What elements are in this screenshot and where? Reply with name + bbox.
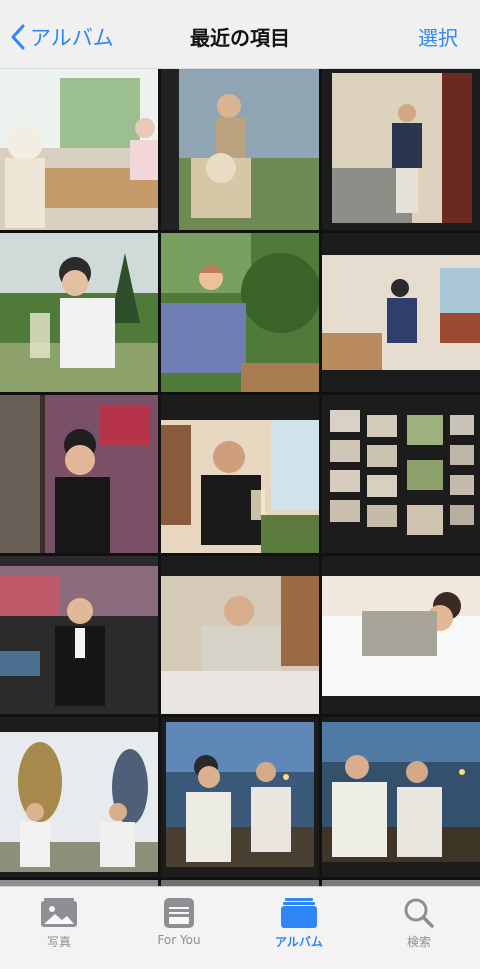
tab-photos[interactable]: 写真 [4, 895, 114, 950]
photo-thumbnail[interactable] [161, 556, 319, 714]
photo-thumbnail[interactable] [322, 556, 480, 714]
photo-thumbnail[interactable] [322, 68, 480, 230]
photo-thumbnail[interactable] [161, 717, 319, 877]
tab-search[interactable]: 検索 [364, 895, 474, 950]
tab-for-you[interactable]: For You [124, 895, 234, 947]
for-you-icon [164, 898, 194, 928]
photo-icon [41, 898, 77, 927]
select-button[interactable]: 選択 [418, 22, 458, 51]
tab-bar: 写真 For You アルバム 検索 [0, 886, 480, 969]
photo-thumbnail[interactable] [161, 395, 319, 553]
photo-thumbnail[interactable] [0, 68, 158, 230]
search-icon [404, 898, 434, 928]
page-title: 最近の項目 [190, 26, 290, 50]
photo-thumbnail[interactable] [0, 395, 158, 553]
album-icon [281, 898, 317, 928]
photo-grid [0, 68, 480, 886]
photo-thumbnail[interactable] [322, 717, 480, 877]
photo-thumbnail[interactable] [322, 233, 480, 392]
tab-for-you-label: For You [157, 933, 201, 947]
tab-photos-label: 写真 [46, 935, 71, 949]
photo-thumbnail[interactable] [0, 556, 158, 714]
navigation-bar: アルバム 最近の項目 選択 [0, 0, 480, 69]
photo-thumbnail[interactable] [0, 717, 158, 877]
tab-albums[interactable]: アルバム [244, 895, 354, 950]
photo-thumbnail[interactable] [161, 233, 319, 392]
tab-search-label: 検索 [406, 935, 431, 949]
photo-thumbnail[interactable] [161, 68, 319, 230]
photo-thumbnail[interactable] [0, 233, 158, 392]
tab-albums-label: アルバム [275, 935, 323, 949]
photo-thumbnail[interactable] [322, 395, 480, 553]
